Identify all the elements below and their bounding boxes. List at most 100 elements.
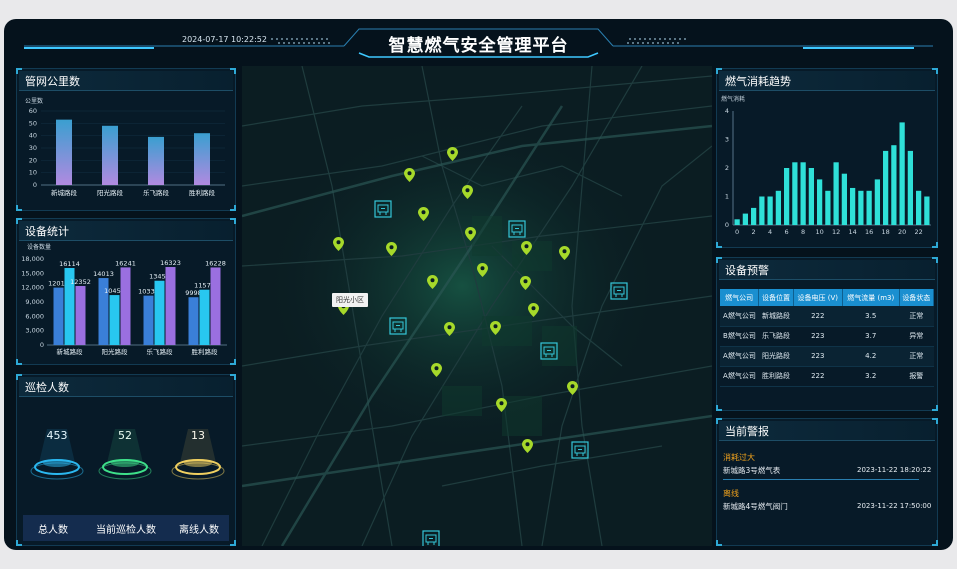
- chart-bar: [874, 179, 880, 225]
- location-pin-icon[interactable]: [477, 262, 488, 277]
- x-tick-label: 6: [785, 228, 789, 236]
- chart-bar: [775, 190, 781, 225]
- patrol-platforms: [30, 429, 225, 480]
- y-tick-label: 30: [29, 144, 37, 152]
- x-tick-label: 18: [881, 228, 889, 236]
- x-tick-label: 新城路段: [57, 347, 84, 356]
- table-cell: 异常: [899, 326, 934, 347]
- chart-bar: [148, 136, 164, 185]
- x-tick-label: 4: [768, 228, 772, 236]
- y-tick-label: 9,000: [25, 298, 44, 306]
- table-cell: 正常: [899, 346, 934, 367]
- gas-station-icon[interactable]: [374, 200, 392, 218]
- chart-bar: [165, 267, 176, 345]
- y-tick-label: 1: [725, 193, 729, 201]
- y-tick-label: 3,000: [25, 327, 44, 335]
- location-pin-icon[interactable]: [522, 438, 533, 453]
- gas-station-icon[interactable]: [540, 342, 558, 360]
- chart-bar: [199, 289, 210, 345]
- data-label: 14013: [93, 270, 114, 278]
- location-pin-icon[interactable]: [496, 397, 507, 412]
- chart-bar: [759, 196, 765, 225]
- table-cell: 3.7: [842, 326, 900, 347]
- location-pin-icon[interactable]: [490, 320, 501, 335]
- y-tick-label: 60: [29, 107, 37, 115]
- x-tick-label: 20: [898, 228, 906, 236]
- consumption-bar-chart: 燃气消耗012340 2 4 6 8 10 12 14 16 18 20 22: [721, 95, 931, 236]
- chart-bar: [808, 168, 814, 225]
- data-label: 16228: [205, 259, 226, 267]
- table-cell: 乐飞路段: [758, 326, 794, 347]
- platform-offline-icon: [171, 429, 225, 480]
- location-pin-icon[interactable]: [520, 275, 531, 290]
- patrol-panel: 巡检人数 453 52 13 总人数 当前巡检人数 离线人数: [16, 374, 236, 546]
- location-pin-icon[interactable]: [528, 302, 539, 317]
- chart-bar: [784, 168, 790, 225]
- gas-station-icon[interactable]: [389, 317, 407, 335]
- gas-station-icon[interactable]: [610, 282, 628, 300]
- gas-station-icon[interactable]: [422, 530, 440, 546]
- chart-bar: [188, 297, 199, 345]
- y-axis-label: 设备数量: [27, 243, 51, 251]
- table-row[interactable]: A燃气公司 新城路段 222 3.5 正常: [720, 306, 934, 327]
- col-header: 设备电压 (V): [793, 289, 843, 306]
- y-tick-label: 10: [29, 169, 37, 177]
- location-pin-icon[interactable]: [444, 321, 455, 336]
- table-cell: 正常: [899, 306, 934, 327]
- chart-bar: [194, 133, 210, 185]
- table-row[interactable]: A燃气公司 阳光路段 223 4.2 正常: [720, 346, 934, 367]
- y-tick-label: 20: [29, 156, 37, 164]
- location-pin-icon[interactable]: [404, 167, 415, 182]
- chart-bar: [109, 295, 120, 345]
- chart-bar: [800, 162, 806, 225]
- location-pin-icon[interactable]: [418, 206, 429, 221]
- current-alarm-panel: 当前警报 消耗过大 新城路3号燃气表 2023-11-22 18:20:22 离…: [716, 418, 938, 546]
- x-tick-label: 8: [801, 228, 805, 236]
- table-cell: 报警: [899, 366, 934, 387]
- pipeline-panel-title: 管网公里数: [25, 75, 80, 88]
- x-tick-label: 12: [832, 228, 840, 236]
- chart-bar: [866, 190, 872, 225]
- gas-station-icon[interactable]: [508, 220, 526, 238]
- chart-bar: [102, 125, 118, 185]
- map-view[interactable]: 阳光小区: [242, 66, 712, 546]
- table-cell: 222: [793, 366, 843, 387]
- chart-bar: [899, 122, 905, 225]
- pipeline-panel: 管网公里数 公里数 0 10 20 30 40 50 60 新城路段 阳光路段 乐飞路段 胜利路段: [16, 68, 236, 211]
- location-pin-icon[interactable]: [333, 236, 344, 251]
- table-cell: A燃气公司: [720, 346, 759, 367]
- table-cell: A燃气公司: [720, 306, 759, 327]
- data-label: 16241: [115, 259, 136, 267]
- location-pin-icon[interactable]: [427, 274, 438, 289]
- location-pin-icon[interactable]: [465, 226, 476, 241]
- chart-bar: [817, 179, 823, 225]
- location-pin-icon[interactable]: [431, 362, 442, 377]
- dashboard-screen: 2024-07-17 10:22:52 智慧燃气安全管理平台 管网公里数 公里数…: [4, 19, 953, 550]
- table-cell: 222: [793, 306, 843, 327]
- table-cell: 阳光路段: [758, 346, 794, 367]
- location-pin-icon[interactable]: [567, 380, 578, 395]
- map-canvas[interactable]: [242, 66, 712, 546]
- table-cell: 223: [793, 326, 843, 347]
- map-area-label[interactable]: 阳光小区: [332, 293, 368, 307]
- x-tick-label: 14: [848, 228, 856, 236]
- y-tick-label: 18,000: [21, 255, 44, 263]
- table-row[interactable]: A燃气公司 胜利路段 222 3.2 报警: [720, 366, 934, 387]
- data-label: 16323: [160, 259, 181, 267]
- device-stats-panel-title: 设备统计: [25, 225, 69, 238]
- location-pin-icon[interactable]: [521, 240, 532, 255]
- gas-station-icon[interactable]: [571, 441, 589, 459]
- y-tick-label: 0: [725, 221, 729, 229]
- current-alarm-panel-title: 当前警报: [725, 425, 769, 438]
- location-pin-icon[interactable]: [559, 245, 570, 260]
- table-cell: 223: [793, 346, 843, 367]
- location-pin-icon[interactable]: [447, 146, 458, 161]
- page-title: 智慧燃气安全管理平台: [388, 36, 569, 56]
- table-row[interactable]: B燃气公司 乐飞路段 223 3.7 异常: [720, 326, 934, 347]
- patrol-panel-title: 巡检人数: [25, 381, 69, 394]
- table-cell: 新城路段: [758, 306, 794, 327]
- location-pin-icon[interactable]: [462, 184, 473, 199]
- x-tick-label: 16: [865, 228, 873, 236]
- device-stats-panel: 设备统计 设备数量 0 3,000 6,000 9,000 12,000 15,000 18,…: [16, 218, 236, 365]
- location-pin-icon[interactable]: [386, 241, 397, 256]
